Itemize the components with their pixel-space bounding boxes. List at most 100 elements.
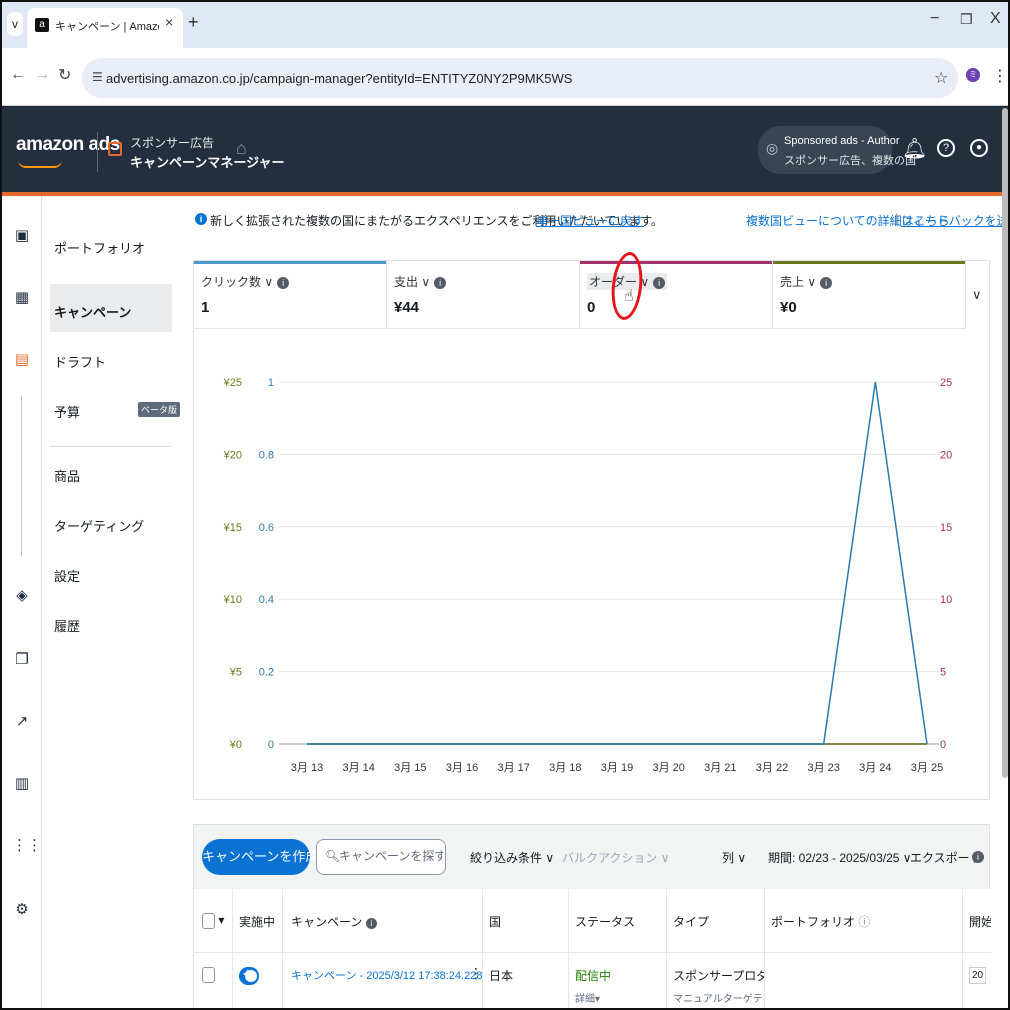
reload-icon[interactable]: ↻ [58, 65, 71, 85]
info-icon: i [195, 213, 207, 225]
nav-item-campaign[interactable]: キャンペーン [54, 302, 131, 321]
info-icon[interactable]: i [972, 851, 984, 863]
active-toggle[interactable]: ✓ [239, 967, 259, 985]
metric-clicks[interactable]: クリック数 ∨ i 1 [194, 261, 387, 329]
minimize-icon[interactable]: − [930, 10, 939, 28]
window-close-icon[interactable]: X [990, 10, 1001, 28]
page-scrollbar[interactable] [1002, 108, 1008, 778]
nav-item-draft[interactable]: ドラフト [54, 352, 106, 371]
col-status[interactable]: ステータス [569, 889, 667, 953]
single-country-link[interactable]: 単一国ビューに戻す [536, 212, 644, 229]
right-axis-tick: 25 [940, 377, 952, 389]
metric-sales[interactable]: 売上 ∨ i ¥0 [773, 261, 966, 329]
apps-grid-icon[interactable]: ⋮⋮ [12, 836, 42, 856]
reports-icon[interactable]: ▥ [12, 774, 32, 794]
active-toggle-cell: ✓ [233, 953, 283, 1008]
home-icon[interactable]: ⌂ [236, 138, 247, 159]
metric-color-bar [194, 261, 386, 264]
search-input[interactable] [339, 849, 443, 863]
col-type[interactable]: タイプ [667, 889, 765, 953]
col-campaign[interactable]: キャンペーン i [283, 889, 483, 953]
right-axis-tick: 5 [940, 667, 946, 679]
account-switcher[interactable]: ◎ Sponsored ads - Author スポンサー広告、複数の国 [758, 126, 916, 174]
nav-item-history[interactable]: 履歴 [54, 616, 80, 635]
create-campaign-button[interactable]: キャンペーンを作成する [202, 839, 344, 875]
campaign-icon[interactable]: ▤ [12, 350, 32, 370]
active-tab[interactable]: a キャンペーン | Amazon Advertising × [27, 8, 183, 48]
nav-item-portfolio[interactable]: ポートフォリオ [54, 238, 145, 257]
col-start[interactable]: 開始日 [963, 889, 991, 953]
shield-icon[interactable]: ◈ [12, 586, 32, 606]
tab-title: キャンペーン | Amazon Advertising [55, 21, 159, 33]
url-bar[interactable]: ☰ advertising.amazon.co.jp/campaign-mana… [82, 58, 958, 98]
campaign-link[interactable]: キャンペーン - 2025/3/12 17:38:24.228 [291, 970, 482, 982]
restore-icon[interactable]: ❐ [960, 11, 973, 28]
info-icon[interactable]: i [653, 276, 666, 289]
bulk-action-dropdown[interactable]: バルクアクション ∨ [562, 849, 670, 866]
app-header: amazon ads スポンサー広告 キャンペーンマネージャー ⌂ ◎ Spon… [2, 106, 1008, 192]
info-icon[interactable]: ⓘ [858, 915, 870, 929]
amazon-ads-logo[interactable]: amazon ads [16, 134, 120, 156]
amazon-favicon-icon: a [35, 18, 49, 32]
back-icon[interactable]: ← [10, 66, 26, 84]
nav-item-products[interactable]: 商品 [54, 466, 80, 485]
chevron-down-icon[interactable]: ∨ [972, 287, 982, 303]
briefcase-icon[interactable]: ▣ [12, 226, 32, 246]
col-country[interactable]: 国 [483, 889, 569, 953]
nav-item-targeting[interactable]: ターゲティング [54, 516, 144, 535]
x-axis-tick: 3月 18 [549, 762, 581, 774]
start-date-input[interactable]: 20 [969, 967, 987, 984]
metric-spend[interactable]: 支出 ∨ i ¥44 [387, 261, 580, 329]
forward-icon[interactable]: → [34, 66, 50, 84]
site-info-icon[interactable]: ☰ [92, 70, 103, 84]
bookmark-star-icon[interactable]: ☆ [934, 68, 948, 88]
status-cell: 配信中 詳細▾ [569, 953, 667, 1008]
left-axis-tick: ¥15 [223, 522, 242, 534]
metric-value: 1 [201, 299, 210, 316]
status-text: 配信中 [575, 969, 612, 983]
metric-orders[interactable]: オーダー ∨ i 0 [580, 261, 773, 329]
col-portfolio[interactable]: ポートフォリオ ⓘ [765, 889, 963, 953]
status-detail-toggle[interactable]: 詳細▾ [575, 990, 666, 1005]
tab-search-button[interactable]: v [7, 12, 23, 36]
dashboard-icon[interactable]: ▦ [12, 288, 32, 308]
creative-icon[interactable]: ❐ [12, 650, 32, 670]
profile-avatar[interactable]: ミ [966, 68, 980, 82]
feedback-link[interactable]: フィードバックを送る [901, 212, 1008, 229]
select-all-header[interactable]: ▾ [194, 889, 233, 953]
export-button[interactable]: エクスポート [910, 849, 982, 866]
nav-item-settings[interactable]: 設定 [54, 566, 80, 585]
help-icon[interactable]: ? [937, 139, 955, 157]
settings-gear-icon[interactable]: ⚙ [12, 900, 32, 920]
date-range-dropdown[interactable]: 期間: 02/23 - 2025/03/25 ∨ [768, 849, 912, 866]
left-axis2-tick: 0 [268, 739, 274, 751]
info-icon[interactable]: i [820, 276, 833, 289]
row-checkbox[interactable] [202, 967, 215, 983]
new-tab-button[interactable]: + [188, 12, 199, 33]
bell-icon[interactable]: 🔔︎ [902, 136, 927, 161]
metric-value: 0 [587, 299, 596, 316]
select-all-checkbox[interactable] [202, 913, 215, 929]
left-axis-tick: ¥0 [229, 739, 242, 751]
browser-menu-icon[interactable]: ⋮ [992, 66, 1008, 86]
info-icon[interactable]: i [365, 918, 377, 929]
right-axis-tick: 10 [940, 594, 952, 606]
user-icon[interactable]: ● [970, 139, 988, 157]
targeting-type-text: マニュアルターゲティング [673, 994, 764, 1005]
x-axis-tick: 3月 24 [859, 762, 891, 774]
url-text[interactable]: advertising.amazon.co.jp/campaign-manage… [106, 71, 572, 86]
row-menu-icon[interactable]: ⋮ [469, 965, 482, 982]
filter-dropdown[interactable]: 絞り込み条件 ∨ [470, 849, 554, 866]
tab-close-icon[interactable]: × [165, 14, 173, 30]
col-active[interactable]: 実施中 [233, 889, 283, 953]
columns-dropdown[interactable]: 列 ∨ [722, 849, 746, 866]
nav-divider [50, 446, 172, 447]
campaign-search[interactable]: 🔍︎ [316, 839, 446, 875]
portfolio-cell [765, 953, 963, 1008]
nav-item-budget[interactable]: 予算 [54, 402, 80, 421]
info-icon[interactable]: i [277, 276, 290, 289]
info-icon[interactable]: i [434, 276, 447, 289]
left-axis-tick: ¥20 [223, 449, 242, 461]
header-divider [97, 132, 98, 172]
trend-icon[interactable]: ↗ [12, 712, 32, 732]
